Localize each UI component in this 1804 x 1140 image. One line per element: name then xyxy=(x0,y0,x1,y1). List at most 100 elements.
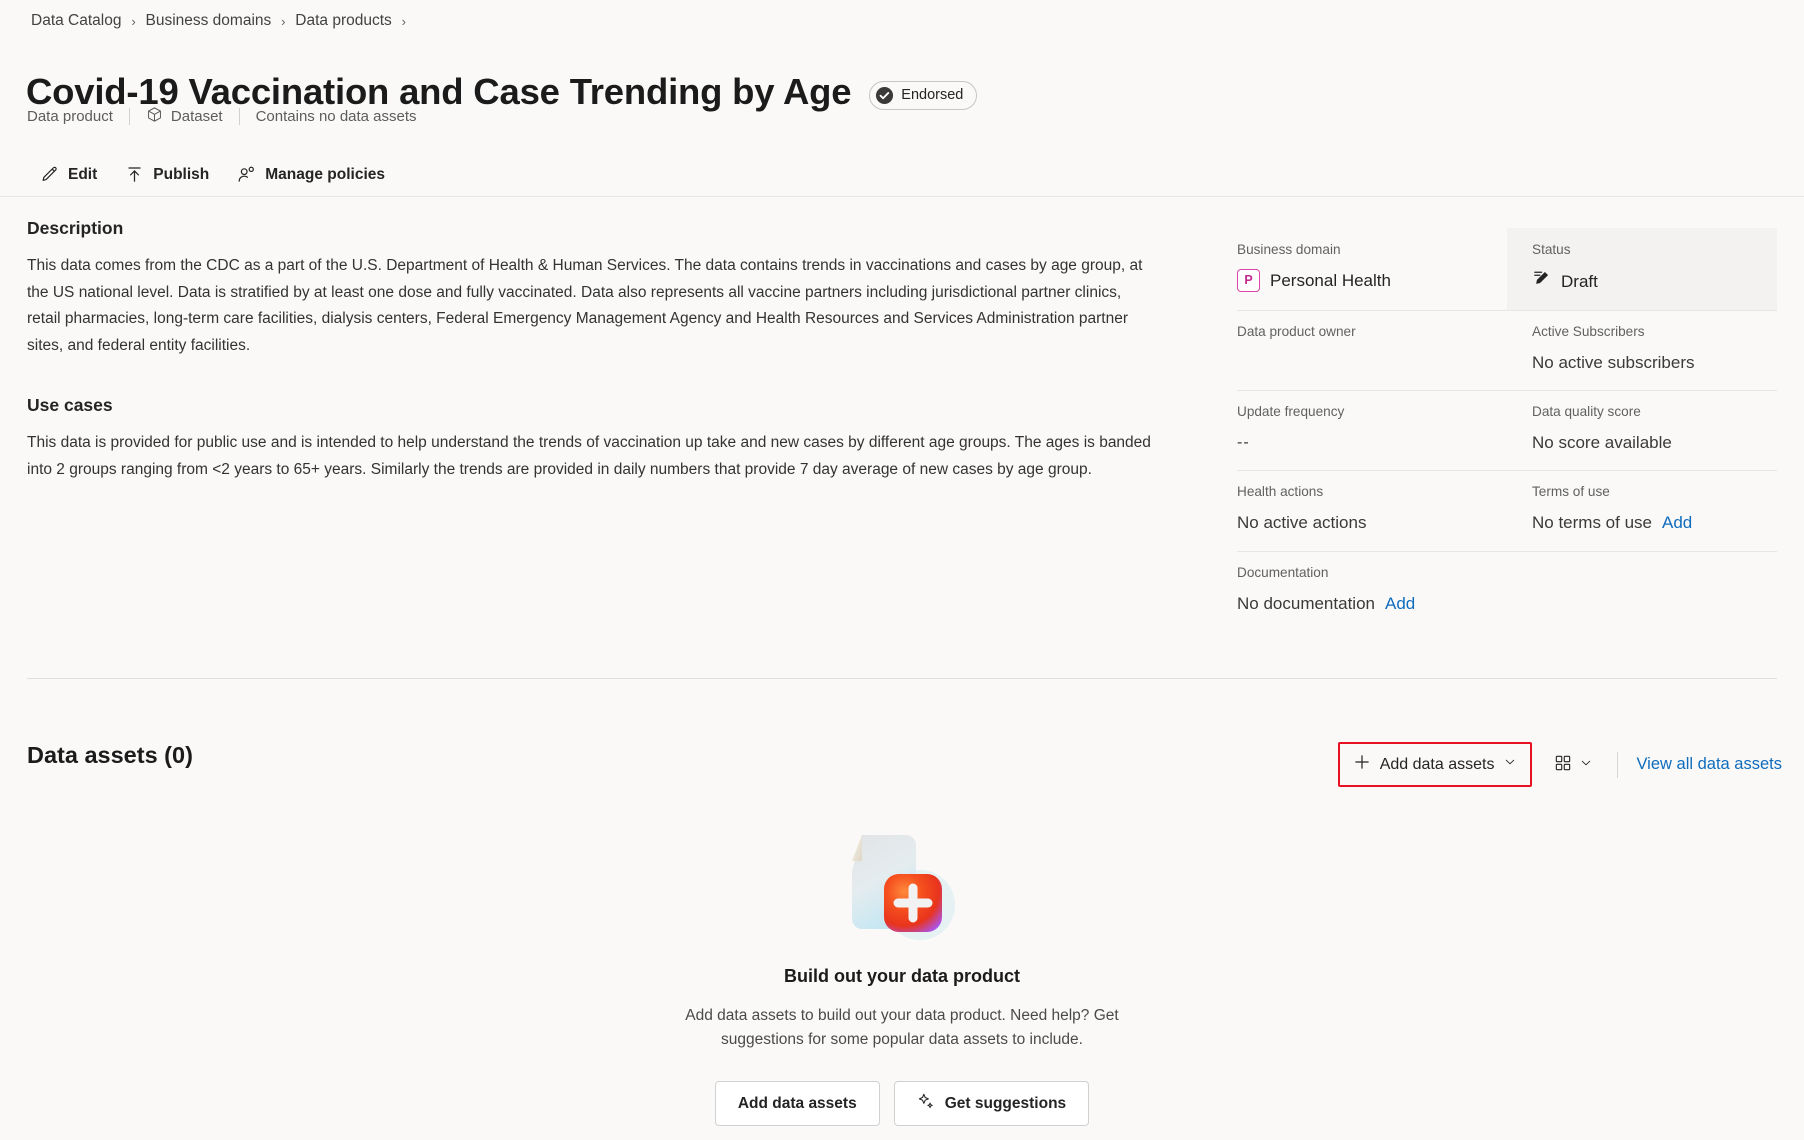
property-data-product-owner: Data product owner xyxy=(1237,310,1507,390)
command-bar: Edit Publish Manage policies xyxy=(28,158,397,191)
data-assets-heading: Data assets (0) xyxy=(27,742,193,768)
command-bar-divider xyxy=(0,196,1804,197)
property-business-domain: Business domain P Personal Health xyxy=(1237,228,1507,310)
property-health-actions: Health actions No active actions xyxy=(1237,470,1507,550)
breadcrumb: Data Catalog › Business domains › Data p… xyxy=(27,10,412,32)
property-label: Documentation xyxy=(1237,564,1329,580)
breadcrumb-item-data-products[interactable]: Data products xyxy=(291,10,396,32)
property-update-frequency: Update frequency -- xyxy=(1237,390,1507,470)
add-data-assets-highlight: Add data assets xyxy=(1337,742,1533,787)
status-badge-endorsed[interactable]: Endorsed xyxy=(869,80,978,110)
grid-view-icon xyxy=(1554,754,1572,775)
property-status: Status Draft xyxy=(1507,228,1777,310)
properties-row: Update frequency -- Data quality score N… xyxy=(1237,389,1777,470)
property-value: No score available xyxy=(1532,433,1672,453)
property-label: Active Subscribers xyxy=(1532,323,1645,339)
view-toggle-button[interactable] xyxy=(1546,748,1601,781)
publish-label: Publish xyxy=(153,165,210,183)
subtitle-divider xyxy=(238,108,240,125)
breadcrumb-separator-icon: › xyxy=(401,13,406,29)
endorsed-label: Endorsed xyxy=(901,87,964,104)
breadcrumb-separator-icon: › xyxy=(281,13,286,29)
use-cases-body: This data is provided for public use and… xyxy=(27,434,1151,478)
add-terms-of-use-link[interactable]: Add xyxy=(1662,512,1692,533)
view-all-data-assets-link[interactable]: View all data assets xyxy=(1636,755,1782,774)
property-spacer xyxy=(1507,551,1777,631)
data-assets-empty-state: Build out your data product Add data ass… xyxy=(0,800,1804,1126)
property-value: P Personal Health xyxy=(1237,269,1507,293)
add-documentation-link[interactable]: Add xyxy=(1385,593,1415,614)
subtitle-assets-status: Contains no data assets xyxy=(255,108,417,125)
property-value: -- xyxy=(1237,433,1250,451)
property-value: No active subscribers xyxy=(1532,352,1695,372)
property-value: Draft xyxy=(1532,269,1777,293)
business-domain-name[interactable]: Personal Health xyxy=(1270,270,1391,291)
property-active-subscribers: Active Subscribers No active subscribers xyxy=(1507,310,1777,390)
breadcrumb-item-data-catalog[interactable]: Data Catalog xyxy=(27,10,125,32)
data-assets-toolbar: Add data assets View all data assets xyxy=(1337,742,1782,787)
property-data-quality-score: Data quality score No score available xyxy=(1507,390,1777,470)
properties-row: Documentation No documentation Add xyxy=(1237,550,1777,631)
person-settings-icon xyxy=(237,165,256,184)
subtitle-divider xyxy=(128,108,130,125)
use-cases-heading: Use cases xyxy=(27,395,113,415)
data-product-detail-page: Data Catalog › Business domains › Data p… xyxy=(0,0,1804,1140)
subtitle-kind-label: Dataset xyxy=(170,108,223,125)
property-value: No documentation Add xyxy=(1237,592,1507,615)
properties-row: Health actions No active actions Terms o… xyxy=(1237,470,1777,550)
description-heading: Description xyxy=(27,218,124,238)
cube-icon xyxy=(146,106,163,127)
domain-chip: P xyxy=(1237,269,1260,293)
subtitle-kind: Dataset xyxy=(146,106,223,127)
get-suggestions-label: Get suggestions xyxy=(944,1094,1067,1112)
status-value: Draft xyxy=(1561,271,1598,291)
properties-row: Data product owner Active Subscribers No… xyxy=(1237,309,1777,390)
property-terms-of-use: Terms of use No terms of use Add xyxy=(1507,470,1777,550)
chevron-down-icon xyxy=(1579,756,1593,773)
terms-of-use-value: No terms of use xyxy=(1532,513,1652,533)
plus-icon xyxy=(1353,753,1371,776)
property-label: Update frequency xyxy=(1237,403,1345,419)
properties-row: Business domain P Personal Health Status xyxy=(1237,228,1777,310)
document-add-icon xyxy=(822,800,982,950)
property-label: Health actions xyxy=(1237,484,1324,500)
property-value xyxy=(1237,351,1507,374)
toolbar-divider xyxy=(1617,751,1619,778)
check-circle-icon xyxy=(875,86,894,105)
edit-label: Edit xyxy=(68,165,98,183)
chevron-down-icon xyxy=(1503,755,1517,774)
edit-button[interactable]: Edit xyxy=(28,158,109,191)
property-label: Business domain xyxy=(1237,242,1341,257)
sparkle-icon xyxy=(917,1092,935,1115)
subtitle-row: Data product Dataset Contains no data as… xyxy=(27,106,417,127)
documentation-value: No documentation xyxy=(1237,593,1375,613)
empty-add-data-assets-button[interactable]: Add data assets xyxy=(714,1081,880,1126)
get-suggestions-button[interactable]: Get suggestions xyxy=(893,1081,1090,1126)
empty-add-label: Add data assets xyxy=(737,1094,857,1112)
empty-state-buttons: Add data assets Get suggestions xyxy=(714,1081,1090,1126)
pencil-icon xyxy=(40,165,59,184)
property-documentation: Documentation No documentation Add xyxy=(1237,551,1507,631)
properties-panel: Business domain P Personal Health Status xyxy=(1237,228,1777,631)
description-body: This data comes from the CDC as a part o… xyxy=(27,257,1143,354)
property-label: Data quality score xyxy=(1532,403,1641,419)
property-label: Terms of use xyxy=(1532,484,1610,500)
overview-content: Description This data comes from the CDC… xyxy=(27,218,1167,519)
property-label: Data product owner xyxy=(1237,323,1356,339)
breadcrumb-separator-icon: › xyxy=(131,13,136,29)
empty-state-description: Add data assets to build out your data p… xyxy=(685,1007,1119,1048)
add-data-assets-label: Add data assets xyxy=(1379,755,1495,773)
publish-button[interactable]: Publish xyxy=(113,158,221,191)
edit-filled-icon xyxy=(1532,269,1551,293)
manage-policies-label: Manage policies xyxy=(265,165,385,183)
property-value: No terms of use Add xyxy=(1532,512,1777,535)
add-data-assets-button[interactable]: Add data assets xyxy=(1345,748,1526,781)
property-value: No active actions xyxy=(1237,513,1367,533)
breadcrumb-item-business-domains[interactable]: Business domains xyxy=(141,10,275,32)
subtitle-type: Data product xyxy=(27,108,113,125)
manage-policies-button[interactable]: Manage policies xyxy=(225,158,397,191)
section-divider xyxy=(27,678,1777,679)
empty-state-title: Build out your data product xyxy=(784,966,1020,986)
property-label: Status xyxy=(1532,242,1571,257)
upload-arrow-icon xyxy=(125,165,144,184)
